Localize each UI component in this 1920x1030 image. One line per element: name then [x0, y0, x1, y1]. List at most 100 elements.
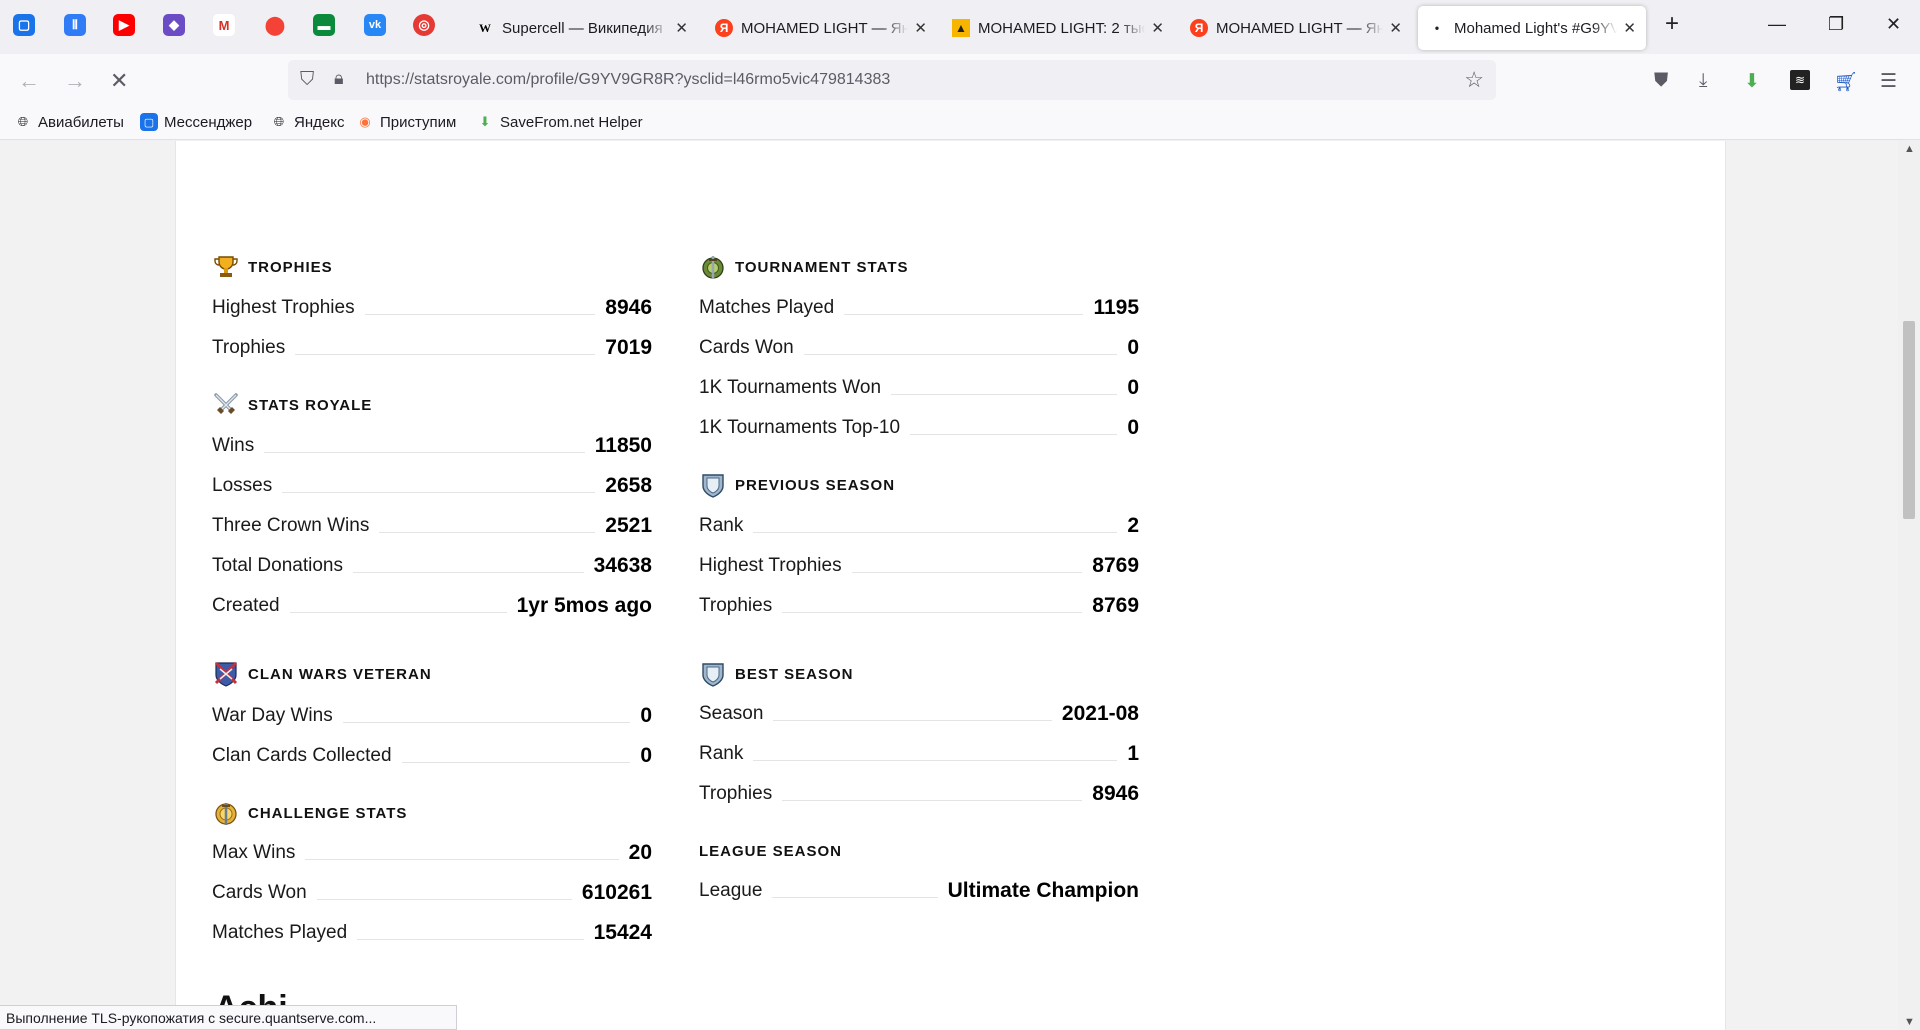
- stat-row: 1K Tournaments Won 0: [699, 368, 1139, 408]
- url-text[interactable]: https://statsroyale.com/profile/G9YV9GR8…: [366, 71, 890, 89]
- pocket-icon[interactable]: ⛊: [1654, 70, 1668, 92]
- stat-value: 0: [640, 744, 652, 767]
- close-window-icon[interactable]: ✕: [1886, 14, 1901, 35]
- stat-label: Trophies: [699, 783, 773, 804]
- stat-value: 0: [1127, 416, 1139, 439]
- cart-icon[interactable]: 🛒︎: [1834, 70, 1858, 94]
- stat-row: Max Wins 20: [212, 833, 652, 873]
- bookmark-start[interactable]: ◉ Приступим: [356, 113, 456, 131]
- close-tab-icon[interactable]: ✕: [1623, 19, 1636, 37]
- stat-row: Highest Trophies 8769: [699, 546, 1139, 586]
- pinned-tab-youtube-icon[interactable]: ▶: [113, 14, 135, 36]
- season-shield-icon: [699, 471, 727, 499]
- bookmark-label: Яндекс: [294, 113, 345, 131]
- tab-statsroyale-active[interactable]: • Mohamed Light's #G9YV9 ✕: [1418, 6, 1646, 50]
- page-scrollbar[interactable]: ▲ ▼: [1898, 141, 1920, 1030]
- pinned-tab-vk-icon[interactable]: vk: [364, 14, 386, 36]
- restore-icon[interactable]: ❐: [1828, 14, 1844, 35]
- stat-value: 2658: [605, 474, 652, 497]
- close-tab-icon[interactable]: ✕: [1151, 19, 1164, 37]
- stat-label: Highest Trophies: [212, 297, 355, 318]
- stat-value: 1: [1127, 742, 1139, 765]
- stats-royale-heading: STATS ROYALE: [212, 390, 372, 420]
- url-bar[interactable]: ⛉ 🔒︎ https://statsroyale.com/profile/G9Y…: [288, 60, 1496, 100]
- stat-label: Total Donations: [212, 555, 343, 576]
- bookmark-label: Авиабилеты: [38, 113, 124, 131]
- tab-yandex-2[interactable]: Я MOHAMED LIGHT — Яндекс ✕: [1180, 6, 1412, 50]
- season-shield-icon: [699, 660, 727, 688]
- bookmark-avia[interactable]: 🌐︎ Авиабилеты: [14, 113, 124, 131]
- scroll-up-arrow-icon[interactable]: ▲: [1904, 143, 1915, 155]
- stat-row: Trophies 8769: [699, 586, 1139, 626]
- pinned-tab-red-icon[interactable]: ◎: [413, 14, 435, 36]
- section-title: BEST SEASON: [735, 665, 854, 683]
- tab-images[interactable]: ▲ MOHAMED LIGHT: 2 тыс. ✕: [942, 6, 1174, 50]
- stat-row: Matches Played 1195: [699, 288, 1139, 328]
- section-title: PREVIOUS SEASON: [735, 476, 896, 494]
- scroll-down-arrow-icon[interactable]: ▼: [1904, 1016, 1915, 1028]
- stat-row: Cards Won 0: [699, 328, 1139, 368]
- close-tab-icon[interactable]: ✕: [1389, 19, 1402, 37]
- stat-value: 15424: [593, 921, 652, 944]
- bookmark-savefrom[interactable]: ⬇ SaveFrom.net Helper: [476, 113, 643, 131]
- yandex-icon: Я: [715, 19, 733, 37]
- back-arrow-icon[interactable]: ←: [18, 68, 40, 94]
- section-title: CLAN WARS VETERAN: [248, 665, 432, 683]
- tab-supercell[interactable]: W Supercell — Википедия ✕: [466, 6, 698, 50]
- stat-label: Cards Won: [699, 337, 794, 358]
- profile-content-card: TROPHIES Highest Trophies 8946 Trophies 70…: [175, 141, 1726, 1030]
- pinned-tab-shield-icon[interactable]: ◆: [163, 14, 185, 36]
- forward-arrow-icon[interactable]: →: [64, 68, 86, 94]
- bookmark-star-icon[interactable]: ☆: [1464, 67, 1484, 93]
- stat-value: Ultimate Champion: [947, 879, 1139, 902]
- new-tab-plus-icon[interactable]: +: [1665, 10, 1679, 38]
- bookmarks-toolbar: 🌐︎ Авиабилеты ▢ Мессенджер 🌐︎ Яндекс ◉ П…: [0, 108, 1920, 140]
- tournament-icon: [699, 253, 727, 281]
- scrollbar-thumb[interactable]: [1903, 321, 1915, 519]
- extension-icon[interactable]: ≋: [1790, 70, 1810, 90]
- stat-label: Wins: [212, 435, 255, 456]
- pinned-tab-bank-icon[interactable]: ▬: [313, 14, 335, 36]
- stat-label: Max Wins: [212, 842, 296, 863]
- stat-row: Clan Cards Collected 0: [212, 736, 652, 776]
- tab-title: MOHAMED LIGHT — Яндекс: [1216, 19, 1384, 37]
- section-title: LEAGUE SEASON: [699, 842, 843, 860]
- stat-row: 1K Tournaments Top-10 0: [699, 408, 1139, 448]
- pinned-tab-pause-icon[interactable]: Ⅱ: [64, 14, 86, 36]
- downloads-icon[interactable]: ⤓: [1699, 70, 1707, 92]
- stat-value: 0: [640, 704, 652, 727]
- bookmark-label: Мессенджер: [164, 113, 253, 131]
- lock-icon[interactable]: 🔒︎: [334, 68, 344, 89]
- stat-label: Clan Cards Collected: [212, 745, 392, 766]
- tab-title: Supercell — Википедия: [502, 19, 663, 37]
- stat-row: League Ultimate Champion: [699, 871, 1139, 911]
- section-title: CHALLENGE STATS: [248, 804, 408, 822]
- right-stats-column: TOURNAMENT STATS Matches Played 1195 Card…: [699, 141, 1139, 1030]
- stat-row: War Day Wins 0: [212, 696, 652, 736]
- savefrom-icon[interactable]: ⬇: [1744, 70, 1760, 93]
- stop-loading-icon[interactable]: ✕: [110, 68, 128, 94]
- tournament-heading: TOURNAMENT STATS: [699, 252, 909, 282]
- close-tab-icon[interactable]: ✕: [675, 19, 688, 37]
- image-icon: ▲: [952, 19, 970, 37]
- bookmark-messenger[interactable]: ▢ Мессенджер: [140, 113, 252, 131]
- menu-hamburger-icon[interactable]: ☰: [1880, 70, 1897, 93]
- stat-label: Trophies: [212, 337, 286, 358]
- stat-label: Losses: [212, 475, 273, 496]
- minimize-icon[interactable]: —: [1768, 14, 1786, 35]
- league-season-heading: LEAGUE SEASON: [699, 836, 842, 866]
- stat-row: Trophies 7019: [212, 328, 652, 368]
- shield-icon[interactable]: ⛉: [300, 69, 314, 91]
- bookmark-yandex[interactable]: 🌐︎ Яндекс: [270, 113, 345, 131]
- crossed-swords-icon: [212, 391, 240, 419]
- close-tab-icon[interactable]: ✕: [914, 19, 927, 37]
- stat-label: 1K Tournaments Top-10: [699, 417, 901, 438]
- tab-yandex-1[interactable]: Я MOHAMED LIGHT — Яндекс ✕: [705, 6, 937, 50]
- tab-bar: ▢ Ⅱ ▶ ◆ M ⬤ ▬ vk ◎ W Supercell — Википед…: [0, 0, 1920, 54]
- challenge-heading: CHALLENGE STATS: [212, 798, 407, 828]
- pinned-tab-maps-icon[interactable]: ⬤: [264, 14, 286, 36]
- pinned-tab-gmail-icon[interactable]: M: [213, 14, 235, 36]
- pinned-tab-chat-icon[interactable]: ▢: [13, 14, 35, 36]
- firefox-icon: ◉: [359, 114, 371, 129]
- stat-label: League: [699, 880, 763, 901]
